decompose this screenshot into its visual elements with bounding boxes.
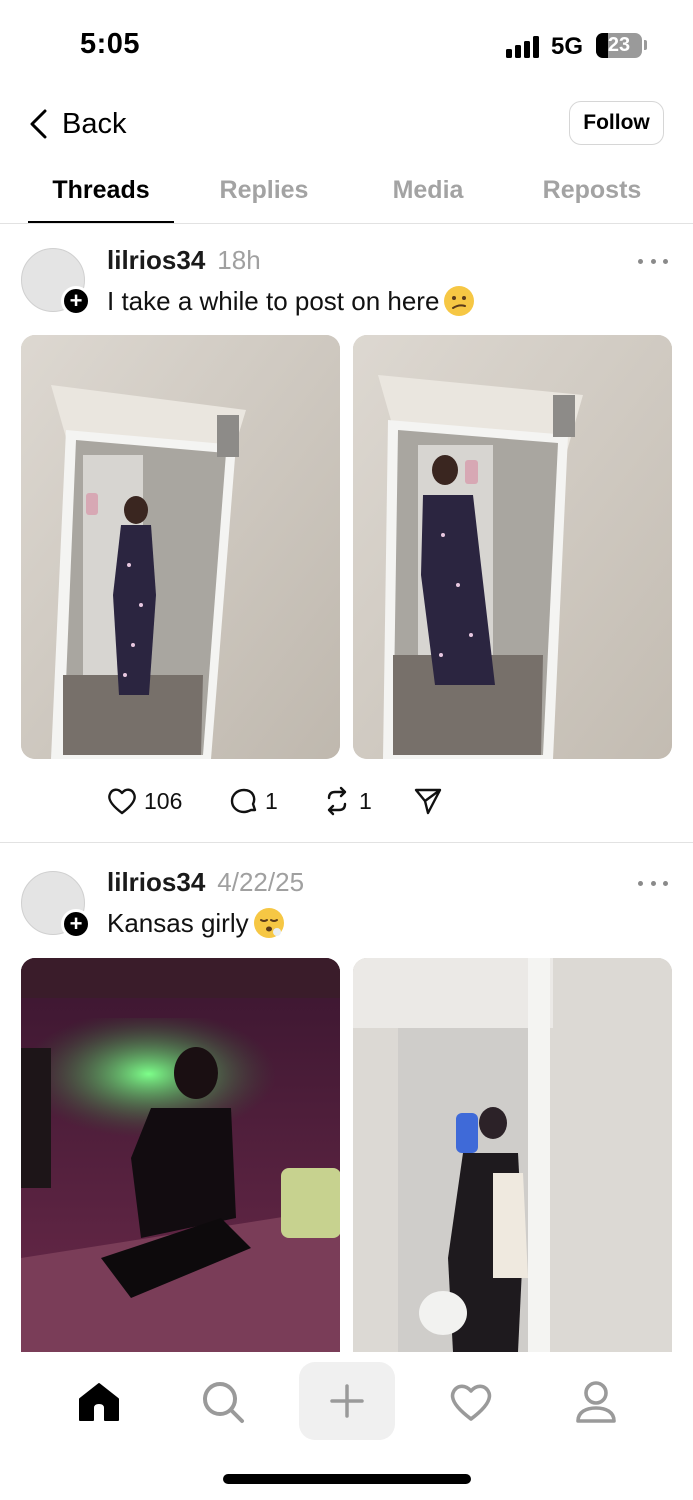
post-text: I take a while to post on here (107, 285, 475, 317)
heart-icon (450, 1384, 492, 1421)
home-indicator (223, 1474, 471, 1484)
post-text-content: I take a while to post on here (107, 285, 440, 316)
photo-illustration (353, 958, 672, 1352)
nav-activity[interactable] (445, 1376, 497, 1428)
home-icon (79, 1383, 119, 1421)
exhaling-face-icon (253, 908, 284, 938)
battery-level: 23 (607, 34, 631, 56)
photo-illustration (21, 335, 340, 759)
photo-illustration (21, 958, 340, 1352)
username[interactable]: lilrios34 (107, 245, 205, 276)
comment-icon (230, 788, 257, 814)
back-button[interactable]: Back (26, 104, 126, 144)
username[interactable]: lilrios34 (107, 867, 205, 898)
more-options-icon[interactable] (638, 878, 668, 888)
repost-button[interactable]: 1 (321, 784, 372, 818)
reply-count: 1 (265, 787, 278, 814)
battery-icon: 23 (596, 33, 642, 58)
nav-search[interactable] (197, 1376, 249, 1428)
confused-face-icon (444, 286, 475, 316)
mirror-selfie-photo[interactable] (353, 335, 672, 759)
post-text-content: Kansas girly (107, 907, 249, 938)
repost-count: 1 (359, 787, 372, 814)
bottom-navigation (0, 1352, 693, 1500)
chevron-left-icon (30, 109, 47, 139)
share-button[interactable] (413, 784, 443, 818)
plus-icon (330, 1384, 364, 1418)
like-count: 106 (144, 787, 183, 814)
nav-create[interactable] (299, 1362, 395, 1440)
active-tab-indicator (28, 221, 174, 223)
post-header: lilrios34 18h (107, 245, 261, 276)
photo-illustration (353, 335, 672, 759)
status-bar: 5:05 5G 23 (0, 0, 693, 90)
battery-tip (644, 40, 647, 50)
bathroom-selfie-photo[interactable] (353, 958, 672, 1352)
follow-button[interactable]: Follow (569, 101, 664, 145)
post-header: lilrios34 4/22/25 (107, 867, 304, 898)
nav-profile[interactable] (570, 1376, 622, 1428)
post-timestamp: 18h (217, 245, 261, 275)
post-text: Kansas girly (107, 907, 285, 939)
tab-replies[interactable]: Replies (182, 176, 346, 205)
reply-button[interactable]: 1 (229, 784, 278, 818)
tab-reposts[interactable]: Reposts (510, 176, 674, 205)
profile-tabs: Threads Replies Media Reposts (0, 160, 693, 224)
cellular-signal-icon (506, 36, 542, 58)
neon-bar-photo[interactable] (21, 958, 340, 1352)
like-button[interactable]: 106 (106, 784, 182, 818)
tab-media[interactable]: Media (346, 176, 510, 205)
follow-plus-icon[interactable]: + (61, 286, 91, 316)
follow-plus-icon[interactable]: + (61, 909, 91, 939)
tab-threads[interactable]: Threads (19, 176, 183, 205)
post-actions: 106 1 1 (106, 784, 456, 818)
heart-icon (108, 788, 136, 815)
send-icon (414, 788, 442, 815)
post-timestamp: 4/22/25 (217, 867, 305, 897)
network-type: 5G (551, 33, 584, 60)
status-time: 5:05 (80, 28, 141, 60)
repost-icon (327, 786, 347, 816)
profile-icon (576, 1381, 616, 1423)
nav-home[interactable] (73, 1376, 125, 1428)
search-icon (203, 1382, 244, 1423)
more-options-icon[interactable] (638, 256, 668, 266)
post-divider (0, 842, 693, 843)
back-label: Back (62, 107, 127, 140)
mirror-selfie-photo[interactable] (21, 335, 340, 759)
